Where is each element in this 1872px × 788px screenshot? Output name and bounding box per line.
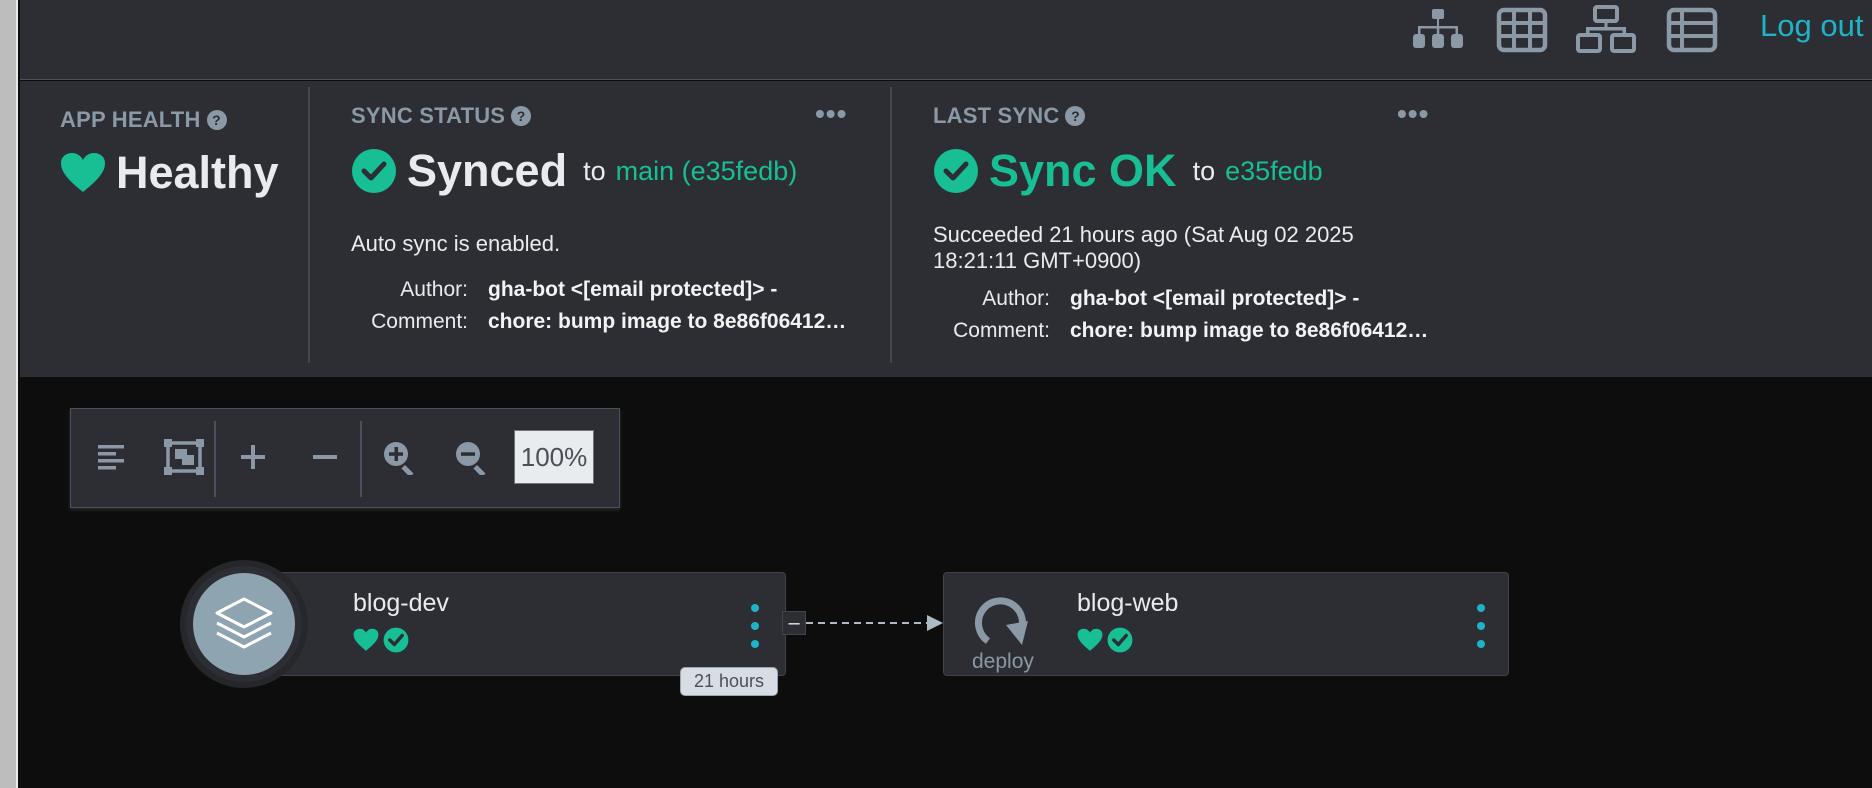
tree-view-icon[interactable] [1408, 6, 1468, 54]
zoom-level-input[interactable]: 100% [514, 430, 594, 484]
author-label: Author: [982, 287, 1050, 310]
check-circle-icon [352, 149, 396, 193]
app-node-blog-dev[interactable]: blog-dev [246, 572, 786, 676]
comment-label: Comment: [371, 310, 468, 333]
check-circle-icon [383, 627, 409, 653]
auto-sync-text: Auto sync is enabled. [351, 231, 561, 256]
heart-icon [353, 628, 379, 651]
sync-status-summary: Synced to main (e35fedb) [351, 145, 797, 197]
app-health-label: APP HEALTH [60, 107, 201, 132]
sync-status-label: SYNC STATUS [351, 103, 506, 128]
check-circle-icon [1107, 627, 1133, 653]
last-sync-label: LAST SYNC [933, 103, 1060, 128]
app-node-icon [180, 560, 308, 688]
collapse-all-icon[interactable] [297, 429, 353, 485]
succeeded-line-2: 18:21:11 GMT+0900) [933, 248, 1142, 273]
last-sync-more-icon[interactable]: ••• [1397, 100, 1429, 128]
sync-revision-link[interactable]: main (e35fedb) [616, 156, 798, 187]
comment-label: Comment: [953, 319, 1050, 342]
edge-arrow [806, 615, 943, 631]
health-status-text: Healthy [116, 147, 279, 198]
check-circle-icon [934, 149, 978, 193]
sync-status-text: Synced [407, 145, 568, 196]
last-sync-revision-link[interactable]: e35fedb [1225, 156, 1323, 187]
succeeded-line-1: Succeeded 21 hours ago (Sat Aug 02 2025 [933, 222, 1354, 247]
heart-icon [1077, 628, 1103, 651]
author-value: gha-bot <[email protected]> - [1070, 287, 1360, 310]
toolbar-separator [214, 421, 216, 497]
pods-view-icon[interactable] [1492, 6, 1552, 54]
last-sync-details: Author: gha-bot <[email protected]> - Co… [933, 287, 1428, 343]
divider [308, 87, 310, 363]
to-label: to [583, 155, 606, 186]
comment-value: chore: bump image to 8e86f06412… [1070, 319, 1429, 342]
top-bar: Log out [20, 0, 1872, 80]
node-status-badges [353, 627, 409, 653]
node-status-badges [1077, 627, 1133, 653]
toolbar-separator [360, 421, 362, 497]
zoom-out-icon[interactable] [443, 429, 499, 485]
network-view-icon[interactable] [1576, 5, 1636, 54]
author-label: Author: [400, 278, 468, 301]
app-health-title: APP HEALTH ? [60, 107, 227, 133]
sync-arrow-icon [975, 597, 1028, 645]
last-sync-status-text: Sync OK [989, 145, 1177, 196]
logout-link[interactable]: Log out [1760, 8, 1863, 44]
window-edge [0, 0, 18, 788]
node-menu-icon[interactable] [745, 604, 765, 648]
zoom-in-icon[interactable] [371, 429, 427, 485]
heart-icon [61, 153, 105, 192]
app-status-panel: APP HEALTH ? Healthy SYNC STATUS ? ••• S… [20, 81, 1872, 377]
expand-all-icon[interactable] [225, 429, 281, 485]
node-kind-label: deploy [972, 650, 1034, 673]
node-name: blog-dev [353, 589, 449, 617]
graph-toolbar: 100% [70, 408, 620, 508]
align-left-icon[interactable] [84, 429, 140, 485]
sync-status-title: SYNC STATUS ? [351, 103, 532, 129]
fit-to-screen-icon[interactable] [156, 429, 212, 485]
node-age-badge: 21 hours [680, 667, 778, 696]
help-icon[interactable]: ? [1065, 106, 1086, 126]
help-icon[interactable]: ? [511, 106, 532, 126]
node-name: blog-web [1077, 589, 1179, 617]
to-label: to [1192, 155, 1216, 186]
sync-status-details: Author: gha-bot <[email protected]> - Co… [351, 278, 846, 334]
divider [890, 87, 892, 363]
app-health-status: Healthy [60, 147, 279, 199]
last-sync-title: LAST SYNC ? [933, 103, 1086, 129]
last-sync-succeeded: Succeeded 21 hours ago (Sat Aug 02 2025 … [933, 222, 1354, 274]
sync-status-more-icon[interactable]: ••• [815, 100, 847, 128]
node-menu-icon[interactable] [1471, 604, 1491, 648]
comment-value: chore: bump image to 8e86f06412… [488, 310, 847, 333]
last-sync-summary: Sync OK to e35fedb [933, 145, 1323, 197]
list-view-icon[interactable] [1662, 6, 1722, 54]
collapse-node-icon[interactable]: – [782, 611, 806, 635]
author-value: gha-bot <[email protected]> - [488, 278, 778, 301]
layers-icon [215, 597, 273, 649]
help-icon[interactable]: ? [206, 110, 227, 130]
